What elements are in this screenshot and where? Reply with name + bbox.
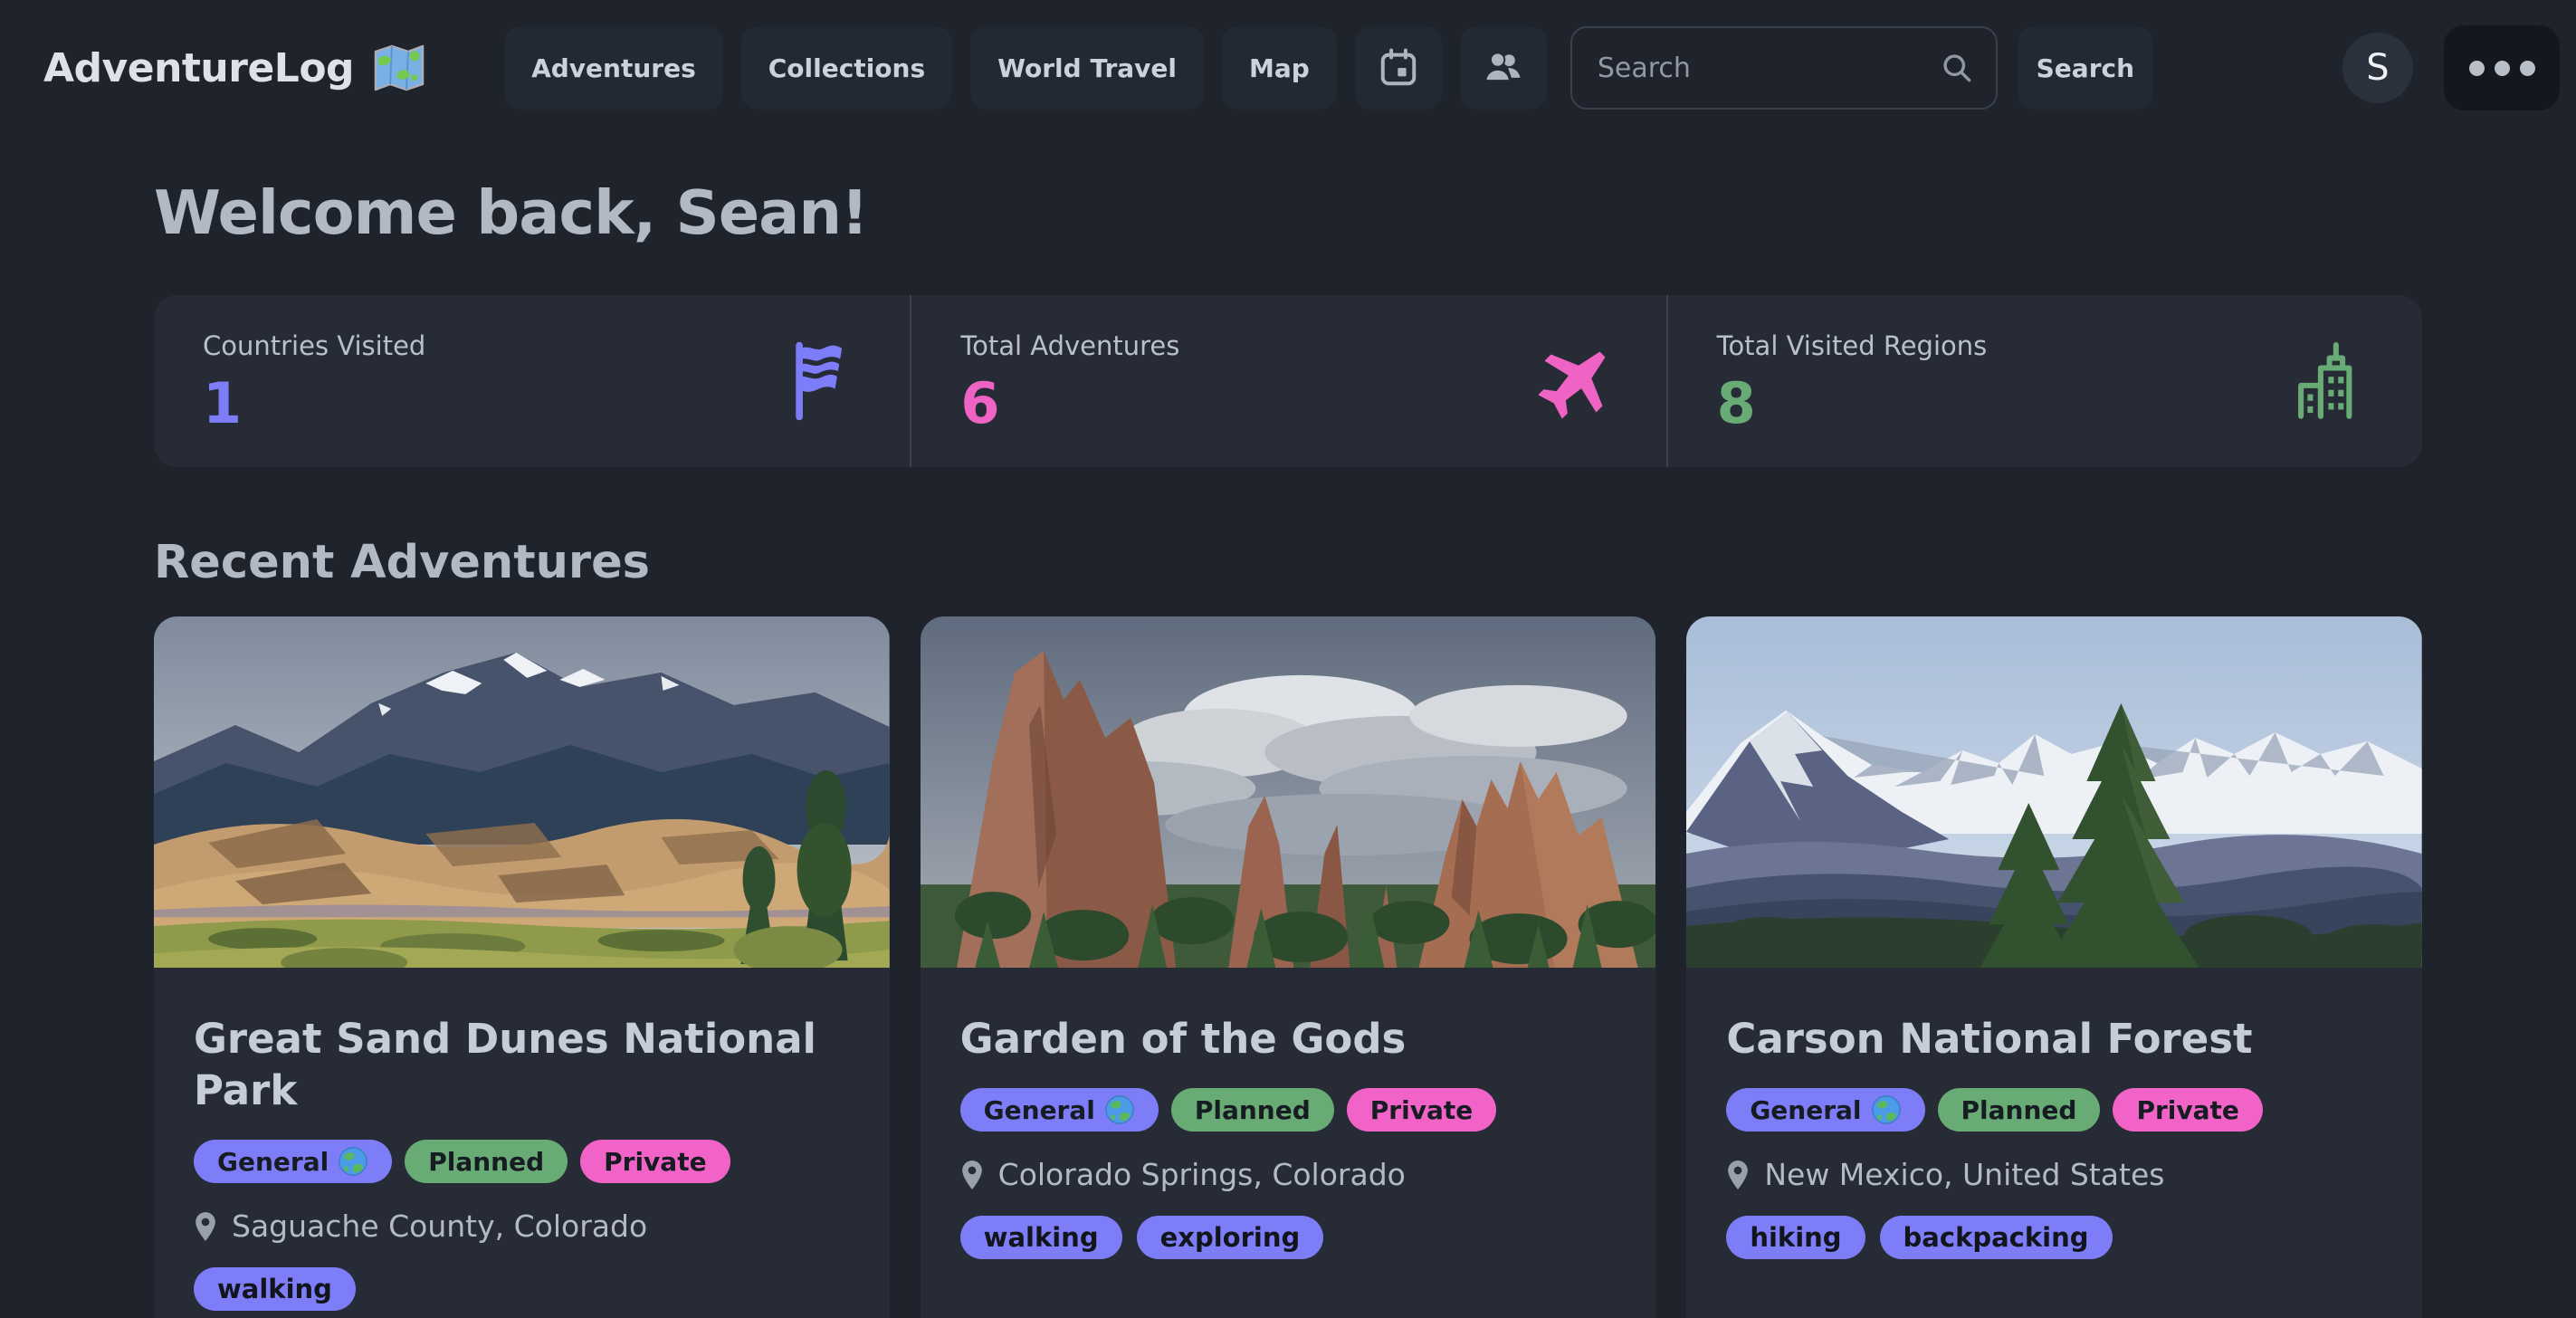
top-navbar: AdventureLog Adventures Collections Worl… <box>0 0 2576 136</box>
stat-label: Total Adventures <box>960 330 1179 361</box>
status-badge: Planned <box>405 1140 568 1183</box>
stat-total-visited-regions: Total Visited Regions 8 <box>1666 295 2422 467</box>
adventure-photo[interactable] <box>921 616 1656 968</box>
activity-tag: exploring <box>1137 1216 1324 1259</box>
globe-emoji <box>338 1146 368 1177</box>
location-pin-icon <box>194 1210 217 1243</box>
activity-tag: backpacking <box>1880 1216 2113 1259</box>
stat-value: 1 <box>203 376 425 432</box>
adventure-card[interactable]: Garden of the Gods General Planned Priva… <box>921 616 1656 1318</box>
main-nav: Adventures Collections World Travel Map <box>504 26 1547 110</box>
search-button[interactable]: Search <box>2018 26 2153 110</box>
nav-adventures-button[interactable]: Adventures <box>504 26 723 110</box>
category-badge: General <box>960 1088 1159 1132</box>
activity-tag: walking <box>960 1216 1122 1259</box>
adventure-location: Saguache County, Colorado <box>232 1208 647 1244</box>
activity-tag: walking <box>194 1267 356 1311</box>
adventure-card[interactable]: Carson National Forest General Planned P… <box>1686 616 2422 1318</box>
search-icon <box>1940 51 1974 85</box>
map-emoji <box>370 39 428 97</box>
adventure-photo[interactable] <box>154 616 890 968</box>
stats-panel: Countries Visited 1 Total Adventures 6 T… <box>154 295 2422 467</box>
city-icon <box>2290 339 2373 423</box>
adventure-card-grid: Great Sand Dunes National Park General P… <box>154 616 2422 1318</box>
users-icon <box>1483 47 1524 89</box>
location-pin-icon <box>1726 1159 1750 1191</box>
visibility-badge: Private <box>1347 1088 1496 1132</box>
calendar-icon <box>1378 47 1419 89</box>
stat-countries-visited: Countries Visited 1 <box>154 295 910 467</box>
plane-icon <box>1534 339 1617 423</box>
app-logo[interactable]: AdventureLog <box>43 39 428 97</box>
overflow-menu-button[interactable] <box>2444 25 2560 110</box>
visibility-badge: Private <box>580 1140 730 1183</box>
location-pin-icon <box>960 1159 984 1191</box>
adventure-title[interactable]: Great Sand Dunes National Park <box>194 1013 850 1116</box>
stat-label: Total Visited Regions <box>1717 330 1988 361</box>
stat-label: Countries Visited <box>203 330 425 361</box>
nav-map-button[interactable]: Map <box>1222 26 1337 110</box>
ellipsis-icon <box>2469 61 2485 76</box>
calendar-button[interactable] <box>1355 26 1442 110</box>
stat-total-adventures: Total Adventures 6 <box>910 295 1665 467</box>
adventure-card[interactable]: Great Sand Dunes National Park General P… <box>154 616 890 1318</box>
nav-collections-button[interactable]: Collections <box>741 26 952 110</box>
adventure-location: Colorado Springs, Colorado <box>998 1157 1406 1192</box>
users-button[interactable] <box>1460 26 1547 110</box>
avatar[interactable]: S <box>2342 33 2413 103</box>
visibility-badge: Private <box>2113 1088 2262 1132</box>
globe-emoji <box>1871 1094 1902 1125</box>
search-box <box>1570 26 1998 110</box>
adventure-title[interactable]: Carson National Forest <box>1726 1013 2382 1065</box>
app-title: AdventureLog <box>43 45 354 91</box>
main-content: Welcome back, Sean! Countries Visited 1 … <box>154 177 2422 1318</box>
status-badge: Planned <box>1938 1088 2101 1132</box>
adventure-photo[interactable] <box>1686 616 2422 968</box>
stat-value: 6 <box>960 376 1179 432</box>
welcome-heading: Welcome back, Sean! <box>154 177 2422 248</box>
nav-world-travel-button[interactable]: World Travel <box>970 26 1204 110</box>
flag-icon <box>778 339 861 423</box>
category-badge: General <box>1726 1088 1924 1132</box>
adventure-location: New Mexico, United States <box>1764 1157 2164 1192</box>
stat-value: 8 <box>1717 376 1988 432</box>
search-input[interactable] <box>1598 53 1940 84</box>
category-badge: General <box>194 1140 392 1183</box>
activity-tag: hiking <box>1726 1216 1865 1259</box>
globe-emoji <box>1104 1094 1135 1125</box>
status-badge: Planned <box>1171 1088 1334 1132</box>
adventure-title[interactable]: Garden of the Gods <box>960 1013 1617 1065</box>
recent-adventures-heading: Recent Adventures <box>154 536 2422 589</box>
